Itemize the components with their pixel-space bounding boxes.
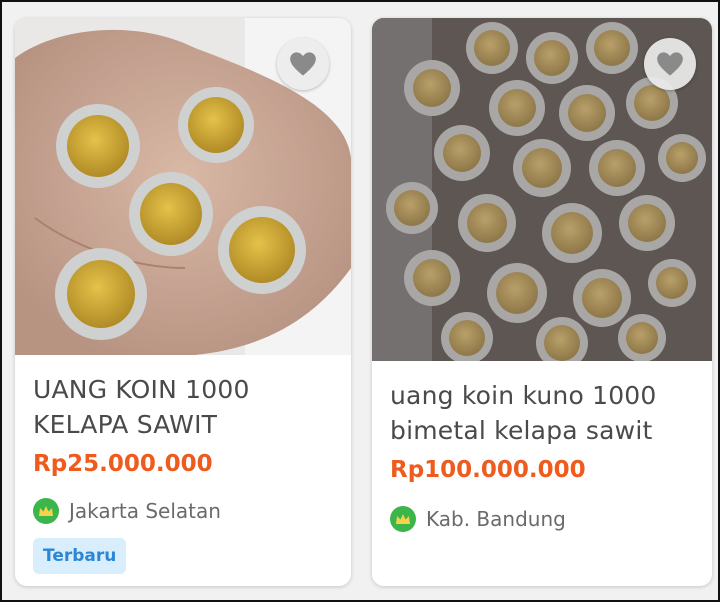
product-price: Rp100.000.000 — [390, 457, 586, 483]
new-listing-badge: Terbaru — [33, 538, 127, 574]
favorite-button[interactable] — [644, 38, 696, 90]
product-title-line-2: bimetal kelapa sawit — [390, 416, 653, 445]
product-title[interactable]: uang koin kuno 1000 bimetal kelapa sawit — [390, 378, 698, 448]
favorite-button[interactable] — [277, 38, 329, 90]
seller-location: Kab. Bandung — [390, 506, 566, 532]
seller-location-text: Jakarta Selatan — [69, 499, 221, 523]
product-title[interactable]: UANG KOIN 1000 KELAPA SAWIT — [33, 372, 337, 442]
product-card[interactable]: uang koin kuno 1000 bimetal kelapa sawit… — [372, 18, 712, 586]
crown-badge-icon — [33, 498, 59, 524]
heart-icon — [657, 52, 683, 76]
listing-grid: UANG KOIN 1000 KELAPA SAWIT Rp25.000.000… — [0, 0, 720, 602]
product-title-line-1: uang koin kuno 1000 — [390, 381, 657, 410]
product-title-line-2: KELAPA SAWIT — [33, 410, 218, 439]
crown-badge-icon — [390, 506, 416, 532]
heart-icon — [290, 52, 316, 76]
seller-location: Jakarta Selatan — [33, 498, 221, 524]
product-card[interactable]: UANG KOIN 1000 KELAPA SAWIT Rp25.000.000… — [15, 18, 351, 586]
seller-location-text: Kab. Bandung — [426, 507, 566, 531]
product-title-line-1: UANG KOIN 1000 — [33, 375, 250, 404]
product-price: Rp25.000.000 — [33, 451, 213, 477]
